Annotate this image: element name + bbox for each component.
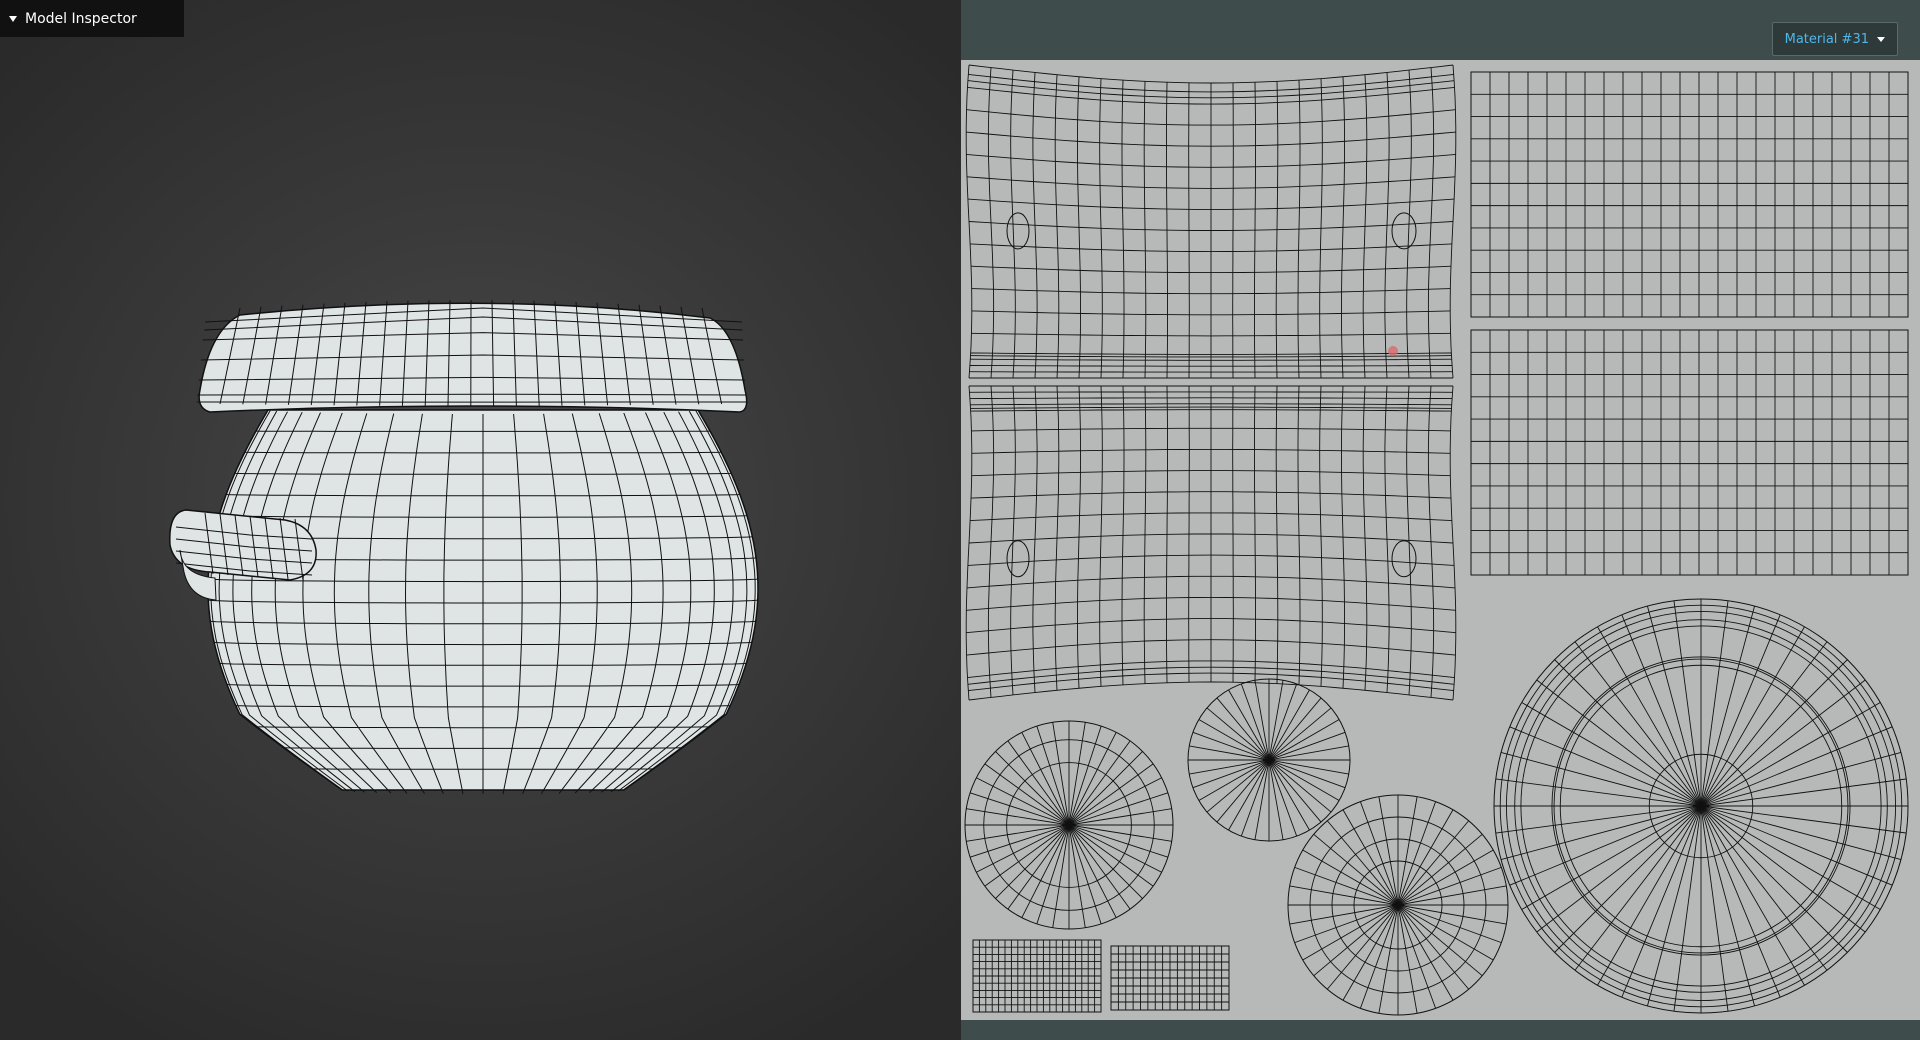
uv-disc-spoke bbox=[1068, 740, 1131, 826]
uv-disc-spoke bbox=[995, 824, 1070, 899]
uv-layout[interactable] bbox=[961, 60, 1920, 1020]
uv-hole bbox=[1006, 212, 1030, 250]
uv-disc-spoke bbox=[1700, 605, 1756, 807]
uv-disc-spoke bbox=[1068, 763, 1154, 826]
uv-disc-spoke bbox=[1500, 751, 1702, 807]
uv-disc-spoke bbox=[1700, 659, 1848, 807]
uv-hole bbox=[1391, 540, 1417, 578]
uv-disc-spoke bbox=[1509, 805, 1702, 886]
uv-disc-spoke bbox=[984, 824, 1070, 887]
uv-hole bbox=[1391, 212, 1417, 250]
uv-disc-spoke bbox=[1700, 626, 1805, 807]
lid-fill bbox=[198, 302, 748, 413]
uv-grid-upper bbox=[1470, 71, 1909, 318]
3d-viewport[interactable]: Model Inspector bbox=[0, 0, 961, 1040]
uv-disc-spoke bbox=[1068, 824, 1143, 899]
pot-wireframe-model[interactable] bbox=[0, 0, 961, 1040]
uv-disc-spoke bbox=[1068, 824, 1131, 910]
uv-disc-spoke bbox=[1700, 805, 1756, 1007]
pot-body bbox=[207, 409, 759, 795]
uv-disc-spoke bbox=[1500, 805, 1702, 861]
uv-disc-spoke bbox=[1700, 805, 1729, 1012]
uv-disc-spoke bbox=[1700, 805, 1893, 886]
uv-grid-frame bbox=[1470, 329, 1909, 576]
uv-disc-spoke bbox=[1673, 600, 1702, 807]
material-dropdown-label: Material #31 bbox=[1784, 31, 1869, 47]
uv-disc-spoke bbox=[1521, 702, 1702, 807]
uv-disc-spoke bbox=[1007, 740, 1070, 826]
uv-panel-row bbox=[968, 64, 1454, 84]
uv-disc-spoke bbox=[1700, 702, 1881, 807]
uv-disc-a bbox=[964, 720, 1174, 930]
uv-disc-spoke bbox=[1621, 614, 1702, 807]
uv-disc-spoke bbox=[1673, 805, 1702, 1012]
uv-cursor-marker bbox=[1388, 346, 1398, 356]
uv-body-upper bbox=[965, 64, 1457, 379]
uv-disc-b bbox=[1187, 678, 1351, 842]
uv-disc-spoke bbox=[1700, 805, 1902, 861]
uv-disc-spoke bbox=[984, 763, 1070, 826]
uv-disc-spoke bbox=[1700, 805, 1881, 910]
uv-disc-spoke bbox=[1495, 778, 1702, 807]
uv-grid-small-right bbox=[1110, 945, 1230, 1011]
pot-lid bbox=[196, 299, 748, 413]
uv-disc-spoke bbox=[1700, 726, 1893, 807]
uv-disc-spoke bbox=[1495, 805, 1702, 834]
uv-disc-spoke bbox=[995, 751, 1070, 826]
uv-disc-spoke bbox=[1554, 659, 1702, 807]
uv-disc-spoke bbox=[1700, 600, 1729, 807]
uv-grid-small-left bbox=[972, 939, 1102, 1013]
uv-disc-spoke bbox=[1700, 805, 1848, 953]
uv-disc-spoke bbox=[1621, 805, 1702, 998]
uv-disc-large bbox=[1493, 598, 1909, 1014]
uv-disc-spoke bbox=[1554, 805, 1702, 953]
uv-disc-spoke bbox=[1068, 751, 1143, 826]
uv-disc-spoke bbox=[1700, 614, 1781, 807]
uv-disc-spoke bbox=[1700, 805, 1907, 834]
uv-disc-spoke bbox=[1509, 726, 1702, 807]
uv-disc-spoke bbox=[1007, 824, 1070, 910]
uv-disc-spoke bbox=[1646, 605, 1702, 807]
uv-disc-spoke bbox=[1700, 751, 1902, 807]
uv-bottom-bar bbox=[961, 1020, 1920, 1040]
uv-disc-spoke bbox=[1646, 805, 1702, 1007]
uv-body-lower bbox=[965, 385, 1457, 701]
uv-disc-spoke bbox=[1700, 805, 1805, 986]
uv-grid-lower bbox=[1470, 329, 1909, 576]
uv-panel-row bbox=[968, 681, 1454, 701]
uv-disc-spoke bbox=[1700, 805, 1781, 998]
uv-grid-frame bbox=[1470, 71, 1909, 318]
uv-disc-spoke bbox=[1597, 626, 1702, 807]
chevron-down-icon bbox=[1877, 36, 1885, 42]
uv-disc-c bbox=[1287, 794, 1509, 1016]
uv-canvas[interactable] bbox=[961, 60, 1920, 1020]
material-dropdown[interactable]: Material #31 bbox=[1771, 22, 1898, 56]
uv-disc-spoke bbox=[1597, 805, 1702, 986]
uv-disc-spoke bbox=[1068, 824, 1154, 887]
uv-hole bbox=[1006, 540, 1030, 578]
uv-editor-panel: Material #31 bbox=[961, 0, 1920, 1040]
uv-disc-spoke bbox=[1700, 778, 1907, 807]
uv-disc-spoke bbox=[1521, 805, 1702, 910]
